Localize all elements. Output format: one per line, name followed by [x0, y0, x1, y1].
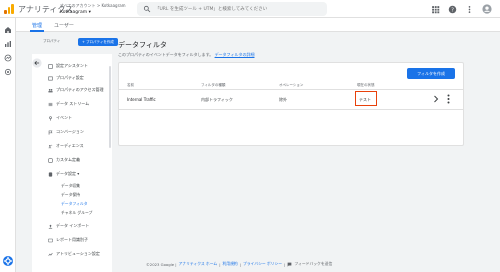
data-streams-icon	[48, 102, 53, 106]
property-row: プロパティ + プロパティを作成	[16, 32, 118, 52]
search-input[interactable]	[155, 4, 320, 14]
sidebar-item-label: アトリビューション設定	[56, 251, 100, 256]
explore-icon[interactable]	[4, 54, 12, 62]
sidebar-item-label: データ設定 ▾	[56, 171, 80, 176]
row-divider	[119, 109, 463, 110]
row-filter-type: 内部トラフィック	[201, 97, 233, 102]
sidebar-item-audiences[interactable]: オーディエンス	[48, 142, 84, 150]
search-icon	[143, 5, 151, 13]
sidebar-item-label: イベント	[56, 115, 72, 120]
sidebar-item-setup-assistant[interactable]: 設定アシスタント	[48, 62, 88, 70]
footer-link-terms[interactable]: 利用規約	[222, 261, 237, 267]
chevron-right-icon[interactable]	[433, 95, 439, 103]
advertising-icon[interactable]	[4, 68, 12, 76]
more-vert-icon[interactable]	[465, 5, 474, 14]
sidebar-item-label: プロパティ設定	[56, 75, 84, 80]
sidebar-item-events[interactable]: イベント	[48, 114, 72, 122]
left-nav-rail	[0, 18, 16, 272]
people-icon	[48, 88, 53, 92]
create-property-button[interactable]: + プロパティを作成	[78, 38, 118, 46]
sidebar-item-data-streams[interactable]: データ ストリーム	[48, 100, 89, 108]
sidebar-item-label: コンバージョン	[56, 129, 84, 134]
sidebar-subitem-channel-groups[interactable]: チャネル グループ	[61, 210, 92, 216]
sidebar-item-conversions[interactable]: コンバージョン	[48, 128, 84, 136]
sidebar-subitem-data-collection[interactable]: データ収集	[61, 183, 80, 189]
flag-icon	[48, 130, 53, 135]
main-content: データフィルタ このプロパティのイベントデータをフィルタします。 データフィルタ…	[118, 40, 464, 260]
footer: ©2023 Google | アナリティクス ホーム | 利用規約 | プライバ…	[146, 261, 333, 267]
admin-gear-icon[interactable]	[3, 256, 13, 266]
page-description: このプロパティのイベントデータをフィルタします。 データフィルタの詳細	[118, 52, 254, 58]
page-title: データフィルタ	[118, 41, 167, 49]
sidebar-item-label: レポート用識別子	[56, 237, 88, 242]
account-breadcrumb: すべてのアカウント > Kotkaagram	[60, 3, 126, 8]
sidebar-item-label: カスタム定義	[56, 157, 80, 162]
database-icon	[48, 171, 53, 177]
sidebar-item-property-settings[interactable]: プロパティ設定	[48, 74, 84, 82]
account-selector[interactable]: Kotkaagram ▾	[60, 10, 91, 15]
sidebar-item-label: データ ストリーム	[56, 101, 90, 106]
home-icon[interactable]	[4, 26, 12, 34]
column-header-current-state: 現在の状態	[357, 83, 375, 87]
more-vert-icon[interactable]	[447, 94, 450, 104]
sidebar-item-label: データ インポート	[56, 223, 90, 228]
sidebar-item-attribution-settings[interactable]: アトリビューション設定	[48, 250, 100, 258]
column-header-operation: オペレーション	[279, 83, 304, 87]
sidebar-subitem-data-filters[interactable]: データフィルタ	[61, 201, 88, 207]
header-divider	[119, 89, 463, 90]
footer-link-privacy[interactable]: プライバシー ポリシー	[243, 261, 282, 267]
tab-user[interactable]: ユーザー	[54, 22, 74, 29]
sidebar-item-data-import[interactable]: データ インポート	[48, 222, 89, 230]
description-text: このプロパティのイベントデータをフィルタします。	[118, 52, 214, 57]
custom-definitions-icon	[48, 157, 53, 163]
sidebar-item-label: 設定アシスタント	[56, 63, 88, 68]
column-header-filter-type: フィルタの種類	[201, 83, 226, 87]
sidebar-item-data-settings[interactable]: データ設定 ▾	[48, 170, 79, 178]
sidebar-item-reporting-identity[interactable]: レポート用識別子	[48, 236, 88, 244]
svg-text:?: ?	[451, 7, 454, 13]
admin-tabs: 管理 ユーザー	[16, 18, 500, 32]
feedback-icon	[287, 262, 292, 267]
sidebar-subitem-data-retention[interactable]: データ保持	[61, 192, 80, 198]
touch-icon	[49, 115, 52, 121]
tab-admin[interactable]: 管理	[29, 22, 45, 32]
sidebar-item-label: プロパティのアクセス管理	[56, 87, 104, 92]
account-avatar-icon[interactable]	[482, 4, 492, 14]
sidebar-item-label: オーディエンス	[56, 143, 84, 148]
apps-grid-icon[interactable]	[431, 5, 440, 14]
audience-icon	[48, 144, 53, 148]
attribution-icon	[48, 252, 53, 256]
property-settings-icon	[48, 76, 53, 80]
reports-icon[interactable]	[4, 40, 12, 48]
state-highlight-box	[355, 91, 377, 106]
top-bar: アナリティクス すべてのアカウント > Kotkaagram Kotkaagra…	[0, 0, 500, 18]
analytics-logo-icon[interactable]	[4, 4, 14, 14]
learn-more-link[interactable]: データフィルタの詳細	[215, 52, 255, 57]
create-filter-button[interactable]: フィルタを作成	[407, 68, 455, 79]
footer-copyright: ©2023 Google |	[146, 261, 177, 267]
sidebar-item-access-management[interactable]: プロパティのアクセス管理	[48, 86, 104, 94]
footer-feedback-link[interactable]: フィードバックを送信	[294, 261, 332, 267]
search-bar[interactable]	[137, 2, 327, 16]
checklist-icon	[48, 63, 53, 69]
column-header-name: 名前	[127, 83, 134, 87]
admin-sidebar: 設定アシスタント プロパティ設定 プロパティのアクセス管理 データ ストリーム …	[32, 54, 112, 272]
property-label: プロパティ	[43, 39, 61, 43]
sidebar-scrollbar[interactable]	[109, 66, 111, 148]
back-arrow-icon[interactable]	[32, 58, 42, 68]
identity-icon	[48, 238, 53, 242]
row-operation: 除外	[279, 97, 287, 102]
help-icon[interactable]: ?	[448, 5, 457, 14]
upload-icon	[48, 224, 53, 229]
sidebar-item-custom-definitions[interactable]: カスタム定義	[48, 156, 80, 164]
row-filter-name: Internal Traffic	[127, 97, 156, 102]
footer-link-analytics-home[interactable]: アナリティクス ホーム	[179, 261, 218, 267]
data-filters-table: フィルタを作成 名前 フィルタの種類 オペレーション 現在の状態 Interna…	[118, 62, 464, 146]
